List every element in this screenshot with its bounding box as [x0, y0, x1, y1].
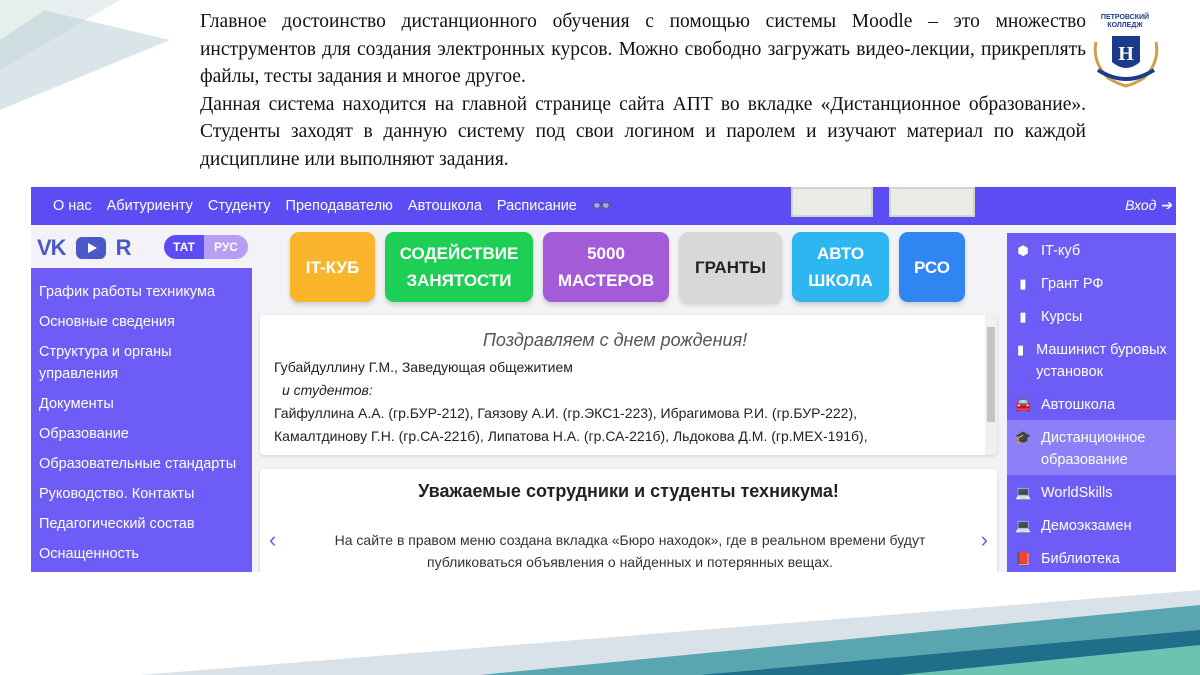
nav-applicant[interactable]: Абитуриенту [107, 198, 193, 214]
right-menu-item[interactable]: 🚘 Автошкола [1007, 387, 1176, 420]
nav-driving-school[interactable]: Автошкола [408, 198, 482, 214]
birthday-line: Камалтдинову Г.Н. (гр.СА-221б), Липатова… [274, 428, 868, 444]
left-menu-item[interactable]: Оснащенность [31, 543, 252, 565]
birthday-scrollbar[interactable] [985, 315, 997, 455]
birthday-line: Гайфуллина А.А. (гр.БУР-212), Гаязову А.… [274, 405, 858, 421]
right-menu-label: Грант РФ [1041, 276, 1104, 292]
chevron-left-icon[interactable]: ‹ [269, 527, 276, 553]
right-menu-label: IT-куб [1041, 243, 1081, 259]
left-menu-item[interactable]: Документы [31, 393, 252, 415]
bookmark-icon: ▮ [1019, 276, 1027, 291]
top-navigation: О нас Абитуриенту Студенту Преподавателю… [31, 187, 1176, 225]
chevron-right-icon[interactable]: › [981, 527, 988, 553]
lang-rus-button[interactable]: РУС [204, 235, 248, 259]
tile-button[interactable]: СОДЕЙСТВИЕ ЗАНЯТОСТИ [385, 232, 533, 302]
right-menu-item[interactable]: 🎓 Дистанционное образование [1007, 420, 1176, 475]
left-sidebar-menu: График работы техникума Основные сведени… [31, 268, 252, 572]
right-menu-item[interactable]: ▮ Курсы [1007, 299, 1176, 332]
bookmark-icon: ▮ [1019, 309, 1027, 324]
certificate-image [791, 187, 873, 217]
social-links: VK R [37, 235, 131, 261]
right-menu-label: Библиотека [1041, 551, 1120, 567]
svg-text:Н: Н [1118, 43, 1134, 65]
slide-text: Главное достоинство дистанционного обуче… [200, 8, 1086, 173]
right-menu-label: Курсы [1041, 309, 1083, 325]
tile-button[interactable]: АВТО ШКОЛА [792, 232, 889, 302]
left-menu-item[interactable]: Педагогический состав [31, 513, 252, 535]
right-menu-item[interactable]: ▮ Грант РФ [1007, 266, 1176, 299]
laptop-icon: 💻 [1015, 485, 1032, 500]
slide-paragraph-1: Главное достоинство дистанционного обуче… [200, 11, 1086, 87]
left-menu-item[interactable]: Руководство. Контакты [31, 483, 252, 505]
birthday-panel: Поздравляем с днем рождения! Губайдуллин… [260, 315, 997, 455]
nav-schedule[interactable]: Расписание [497, 198, 577, 214]
announcement-carousel: Уважаемые сотрудники и студенты техникум… [260, 469, 997, 572]
right-menu-label: WorldSkills [1041, 485, 1113, 501]
login-link[interactable]: Вход ➔ [1125, 197, 1172, 214]
right-menu-label: Автошкола [1041, 397, 1116, 413]
tile-button[interactable]: РСО [899, 232, 965, 302]
birthday-title: Поздравляем с днем рождения! [482, 330, 748, 350]
right-menu-label: Демоэкзамен [1041, 518, 1132, 534]
quick-tiles: IT-КУБ СОДЕЙСТВИЕ ЗАНЯТОСТИ 5000 МАСТЕРОВ Г… [290, 232, 965, 302]
nav-student[interactable]: Студенту [208, 198, 271, 214]
left-menu-item[interactable]: Структура и органы управления [31, 341, 252, 385]
right-sidebar-menu: ⬢ IT-куб ▮ Грант РФ ▮ Курсы ▮ Машинист буровых … [1007, 233, 1176, 572]
slide-paragraph-2: Данная система находится на главной стра… [200, 93, 1086, 170]
bookmark-icon: ▮ [1016, 342, 1025, 357]
left-menu-item[interactable]: Образовательные стандарты [31, 453, 252, 475]
announcement-text: На сайте в правом меню создана вкладка «… [334, 532, 926, 570]
right-menu-item[interactable]: ▮ Машинист буровых установок [1007, 332, 1176, 387]
nav-about[interactable]: О нас [53, 198, 92, 214]
right-menu-item[interactable]: 💻 WorldSkills [1007, 475, 1176, 508]
book-icon: 📕 [1015, 551, 1032, 566]
announcement-title: Уважаемые сотрудники и студенты техникум… [418, 481, 839, 501]
right-menu-label: Дистанционное образование [1041, 430, 1146, 468]
right-menu-item[interactable]: ⬢ IT-куб [1007, 233, 1176, 266]
right-menu-item[interactable]: 💻 Демоэкзамен [1007, 508, 1176, 541]
lang-tat-button[interactable]: ТАТ [164, 235, 204, 259]
website-screenshot: О нас Абитуриенту Студенту Преподавателю… [31, 187, 1176, 572]
rutube-icon[interactable]: R [116, 235, 132, 261]
language-switch: ТАТ РУС [164, 235, 248, 259]
birthday-line: и студентов: [282, 382, 373, 398]
left-menu-item[interactable]: Основные сведения [31, 311, 252, 333]
youtube-icon[interactable] [75, 237, 106, 259]
tile-button[interactable]: ГРАНТЫ [679, 232, 782, 302]
login-arrow-icon: ➔ [1160, 197, 1172, 213]
right-menu-item[interactable]: 📕 Библиотека [1007, 541, 1176, 572]
birthday-line: Губайдуллину Г.М., Заведующая общежитием [274, 359, 573, 375]
right-menu-label: Машинист буровых установок [1036, 342, 1167, 380]
tile-button[interactable]: 5000 МАСТЕРОВ [543, 232, 669, 302]
certificate-image [889, 187, 975, 217]
left-menu-item[interactable]: График работы техникума [31, 281, 252, 303]
car-icon: 🚘 [1015, 397, 1032, 412]
laptop-icon: 💻 [1015, 518, 1032, 533]
scrollbar-thumb[interactable] [987, 327, 995, 422]
left-menu-item[interactable]: Образование [31, 423, 252, 445]
nav-teacher[interactable]: Преподавателю [286, 198, 393, 214]
graduation-cap-icon: 🎓 [1015, 430, 1032, 445]
vk-icon[interactable]: VK [37, 235, 67, 261]
logo-text: ПЕТРОВСКИЙ КОЛЛЕДЖ [1100, 14, 1150, 29]
tile-button[interactable]: IT-КУБ [290, 232, 375, 302]
cube-icon: ⬢ [1017, 243, 1029, 258]
glasses-icon[interactable]: 👓 [592, 196, 612, 216]
